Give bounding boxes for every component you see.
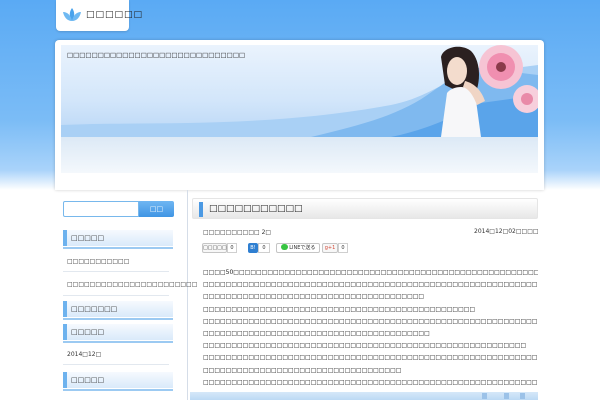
site-name: □□□□□□ [86,10,144,20]
column-divider [187,190,188,400]
post-category[interactable]: □□□□□□□□□□ 2□ [203,229,271,236]
sidebar-separator [63,364,169,365]
lotus-logo-icon [63,8,81,21]
post-footer-bar [190,392,538,400]
archive-link-2014-12[interactable]: 2014□12□ [67,351,167,358]
hatena-bookmark-button[interactable]: B! [248,243,258,253]
sidebar-link-1[interactable]: □□□□□□□□□□□ [67,258,167,265]
sidebar-heading-1: □□□□□ [63,230,173,249]
tweet-button[interactable]: □□□□□ [202,243,227,253]
line-icon [280,244,288,250]
post-paragraph: □□□□□□□□□□□□□□□□□□□□□□□□□□□□□□□□□□□□□□□□… [203,317,538,325]
post-paragraph: □□□□□□□□□□□□□□□□□□□□□□□□□□□□□□□□□□□□□□□ [203,293,425,301]
header-lower-strip [61,137,538,173]
sidebar-separator [63,295,169,296]
sidebar-link-2[interactable]: □□□□□□□□□□□□□□□□□□□□□□□ [67,281,197,288]
sidebar-heading-4: □□□□□ [63,372,173,391]
site-description: □□□□□□□□□□□□□□□□□□□□□□□□□□□□□ [67,51,246,59]
search-form: □□ [63,201,174,217]
google-plus-button[interactable]: g+1 [322,243,338,253]
post-paragraph: □□□□□□□□□□□□□□□□□□□□□□□□□□□□□□□□□□□□□□□□… [203,354,538,362]
post-paragraph: □□□□□□□□□□□□□□□□□□□□□□□□□□□□□□□□□□□□□□□□… [203,281,538,289]
line-share-button[interactable]: LINEで送る [276,243,320,253]
sidebar-separator [63,271,169,272]
post-paragraph: □□□□□□□□□□□□□□□□□□□□□□□□□□□□□□□□□□□□□□□□… [203,342,527,350]
title-accent-bar [199,202,203,217]
search-button[interactable]: □□ [139,201,174,217]
post-paragraph: □□□□□□□□□□□□□□□□□□□□□□□□□□□□□□□□□□□ [203,366,402,374]
post-paragraph: □□□□□□□□□□□□□□□□□□□□□□□□□□□□□□□□□□□□□□□□… [203,305,476,313]
post-date: 2014□12□02□□□□ [474,228,539,235]
footer-icon [520,393,525,399]
post-paragraph: □□□□50□□□□□□□□□□□□□□□□□□□□□□□□□□□□□□□□□□… [203,269,538,276]
post-title-bar: □□□□□□□□□□□ [192,198,538,219]
tweet-count: 0 [227,243,237,253]
post-paragraph: □□□□□□□□□□□□□□□□□□□□□□□□□□□□□□□□□□□□□□□□… [203,378,538,386]
header-banner: □□□□□□□□□□□□□□□□□□□□□□□□□□□□□ [61,45,538,137]
line-share-label: LINEで送る [289,245,316,251]
footer-icon [504,393,509,399]
post-paragraph: □□□□□□□□□□□□□□□□□□□□□□□□□□□□□□□□□□□□□□□□ [203,329,430,337]
footer-icon [482,393,487,399]
google-plus-count: 0 [338,243,348,253]
post-body: □□□□50□□□□□□□□□□□□□□□□□□□□□□□□□□□□□□□□□□… [203,267,538,401]
sidebar-heading-3: □□□□□ [63,324,173,343]
sidebar-heading-2: □□□□□□□ [63,301,173,320]
post-title[interactable]: □□□□□□□□□□□ [209,204,303,214]
site-logo[interactable]: □□□□□□ [56,0,142,31]
search-input[interactable] [63,201,139,217]
hatena-count: 0 [258,243,270,253]
